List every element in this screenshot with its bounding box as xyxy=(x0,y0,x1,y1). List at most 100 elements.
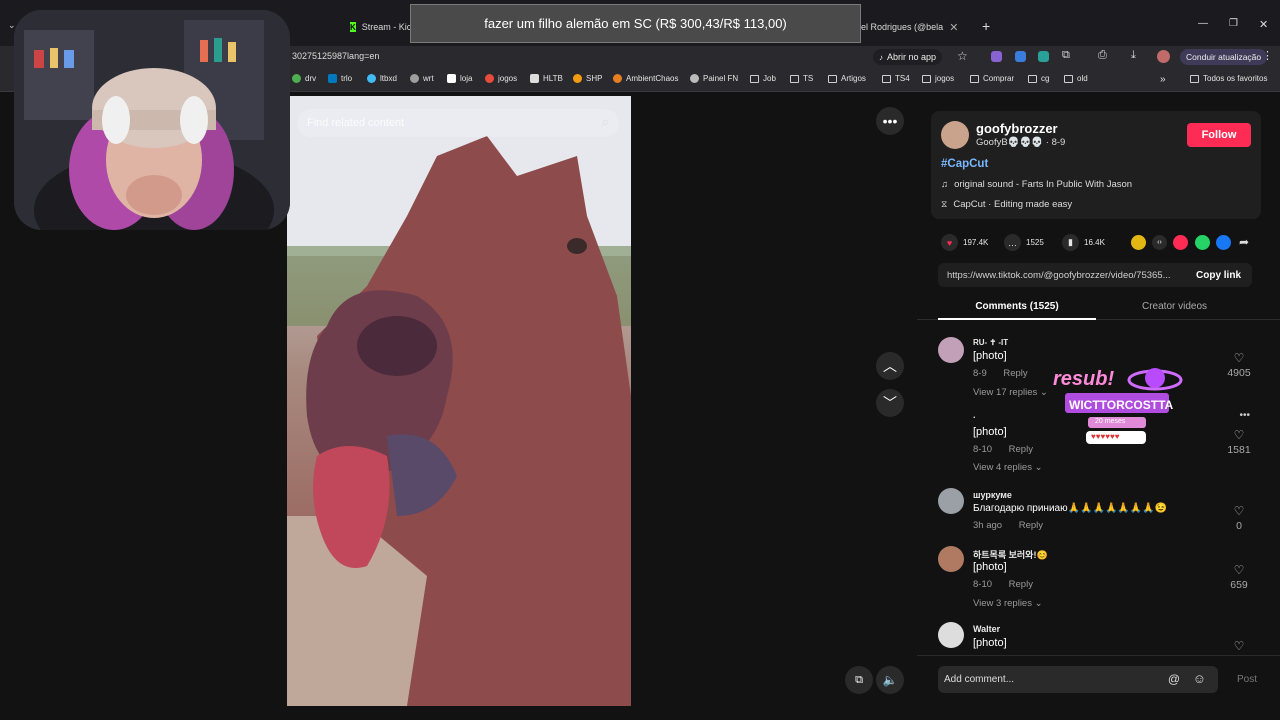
extension-icon-2[interactable] xyxy=(1015,51,1026,62)
folder-icon xyxy=(922,74,931,83)
hashtag-link[interactable]: #CapCut xyxy=(941,158,988,170)
bookmark-trlo[interactable]: trlo xyxy=(328,74,352,83)
emoji-icon[interactable]: ☺ xyxy=(1193,671,1206,686)
reply-button[interactable]: Reply xyxy=(1009,444,1033,455)
video-player[interactable] xyxy=(287,96,631,706)
all-favorites[interactable]: Todos os favoritos xyxy=(1190,74,1267,83)
close-window-button[interactable]: ✕ xyxy=(1259,18,1268,31)
extension-icon-3[interactable] xyxy=(1038,51,1049,62)
bookmark-ts4[interactable]: TS4 xyxy=(882,74,910,83)
tab-tiktok[interactable]: el Rodrigues (@bela ✕ xyxy=(861,14,973,40)
follow-button[interactable]: Follow xyxy=(1187,123,1251,147)
previous-video-button[interactable]: ︿ xyxy=(876,352,904,380)
tab-creator-videos[interactable]: Creator videos xyxy=(1097,296,1252,320)
video-url[interactable]: https://www.tiktok.com/@goofybrozzer/vid… xyxy=(938,270,1186,281)
printer-icon[interactable]: ⎙ xyxy=(1098,49,1107,62)
comment-item: 하트목록 보러와!😊 [photo] 8-10 Reply View 3 rep… xyxy=(938,546,1258,612)
bookmark-ts[interactable]: TS xyxy=(790,74,813,83)
commenter-avatar[interactable] xyxy=(938,622,964,648)
download-icon[interactable]: ⤓ xyxy=(1131,49,1136,62)
heart-outline-icon: ♡ xyxy=(1233,504,1245,518)
reply-button[interactable]: Reply xyxy=(1009,579,1033,590)
bookmark-artigos[interactable]: Artigos xyxy=(828,74,866,83)
bookmark-drv[interactable]: drv xyxy=(292,74,316,83)
open-app-button[interactable]: ♪ Abrir no app xyxy=(873,49,943,65)
commenter-name[interactable]: . xyxy=(973,410,976,420)
comment-more-icon[interactable]: ••• xyxy=(1239,410,1250,421)
add-comment-input[interactable]: Add comment... @ ☺ xyxy=(938,666,1218,693)
update-button[interactable]: Conduir atualização xyxy=(1180,49,1268,65)
close-tab-icon[interactable]: ✕ xyxy=(949,21,958,34)
reply-button[interactable]: Reply xyxy=(1019,520,1043,531)
profile-avatar[interactable] xyxy=(1157,50,1170,63)
facebook-icon[interactable] xyxy=(1216,235,1231,250)
bookmark-jogos-folder[interactable]: jogos xyxy=(922,74,954,83)
bookmark-jogos[interactable]: jogos xyxy=(485,74,517,83)
bookmark-label: TS xyxy=(803,74,814,83)
embed-icon[interactable]: ‹› xyxy=(1152,235,1167,250)
url-text[interactable]: 30275125987lang=en xyxy=(292,51,379,61)
whatsapp-icon[interactable] xyxy=(1195,235,1210,250)
copy-link-button[interactable]: Copy link xyxy=(1186,270,1241,281)
bookmark-painel-fn[interactable]: Painel FN xyxy=(690,74,738,83)
send-icon[interactable] xyxy=(1173,235,1188,250)
comment-stat[interactable]: … 1525 xyxy=(1004,234,1044,251)
restore-button[interactable]: ❐ xyxy=(1229,18,1238,29)
heart-outline-icon: ♡ xyxy=(1233,351,1245,365)
comment-like[interactable]: ♡ 4905 xyxy=(1224,351,1254,379)
bookmarks-overflow-icon[interactable]: » xyxy=(1160,74,1166,85)
new-tab-button[interactable]: + xyxy=(982,18,990,34)
save-stat[interactable]: ▮ 16.4K xyxy=(1062,234,1105,251)
star-icon[interactable]: ☆ xyxy=(957,49,968,63)
comment-like[interactable]: ♡ xyxy=(1224,639,1254,655)
bookmark-ambientchaos[interactable]: AmbientChaos xyxy=(613,74,678,83)
bookmark-job[interactable]: Job xyxy=(750,74,776,83)
comment-like[interactable]: ♡ 0 xyxy=(1224,504,1254,532)
bookmark-old[interactable]: old xyxy=(1064,74,1088,83)
bookmark-hltb[interactable]: HLTB xyxy=(530,74,563,83)
more-options-button[interactable]: ••• xyxy=(876,107,904,135)
author-username[interactable]: goofybrozzer xyxy=(976,121,1058,136)
bookmark-loja[interactable]: loja xyxy=(447,74,472,83)
commenter-name[interactable]: Walter xyxy=(973,624,1000,634)
author-avatar[interactable] xyxy=(941,121,969,149)
search-icon[interactable]: ⌕ xyxy=(602,114,609,130)
post-button[interactable]: Post xyxy=(1237,674,1257,685)
volume-button[interactable]: 🔈 xyxy=(876,666,904,694)
commenter-avatar[interactable] xyxy=(938,488,964,514)
mention-icon[interactable]: @ xyxy=(1168,672,1180,686)
commenter-name[interactable]: 하트목록 보러와!😊 xyxy=(973,548,1048,561)
bookmark-label: Artigos xyxy=(841,74,866,83)
commenter-name[interactable]: RU- ✝ -IT xyxy=(973,338,1008,347)
commenter-name[interactable]: шуркуме xyxy=(973,490,1012,500)
share-arrow-icon[interactable]: ➦ xyxy=(1239,235,1249,249)
sound-row[interactable]: ♫ original sound - Farts In Public With … xyxy=(941,179,1132,190)
pip-button[interactable]: ⧉ xyxy=(845,666,873,694)
bookmark-comprar[interactable]: Comprar xyxy=(970,74,1014,83)
comment-like[interactable]: ♡ 659 xyxy=(1224,563,1254,591)
reply-button[interactable]: Reply xyxy=(1003,368,1027,379)
comment-text: [photo] xyxy=(973,561,1007,573)
bookmark-cg[interactable]: cg xyxy=(1028,74,1049,83)
minimize-button[interactable]: — xyxy=(1198,18,1208,29)
coin-icon[interactable] xyxy=(1131,235,1146,250)
bookmark-shp[interactable]: SHP xyxy=(573,74,602,83)
bookmark-ltbxd[interactable]: ltbxd xyxy=(367,74,397,83)
puzzle-icon[interactable]: ⧉ xyxy=(1062,49,1070,62)
view-replies-button[interactable]: View 4 replies ⌄ xyxy=(973,462,1043,473)
capcut-row[interactable]: ⧖ CapCut · Editing made easy xyxy=(941,199,1072,210)
tab-comments[interactable]: Comments (1525) xyxy=(938,296,1096,320)
commenter-avatar[interactable] xyxy=(938,546,964,572)
commenter-avatar[interactable] xyxy=(938,337,964,363)
next-video-button[interactable]: ﹀ xyxy=(876,389,904,417)
view-replies-button[interactable]: View 17 replies ⌄ xyxy=(973,387,1048,398)
related-search-input[interactable]: Find related content ⌕ xyxy=(297,109,619,137)
menu-kebab-icon[interactable]: ⋮ xyxy=(1262,49,1273,62)
comment-like[interactable]: ♡ 1581 xyxy=(1224,428,1254,456)
folder-icon xyxy=(882,74,891,83)
like-stat[interactable]: ♥ 197.4K xyxy=(941,234,988,251)
tab-kick[interactable]: K Stream - Kick xyxy=(350,14,410,40)
extension-icon-1[interactable] xyxy=(991,51,1002,62)
bookmark-wrt[interactable]: wrt xyxy=(410,74,434,83)
view-replies-button[interactable]: View 3 replies ⌄ xyxy=(973,598,1043,609)
